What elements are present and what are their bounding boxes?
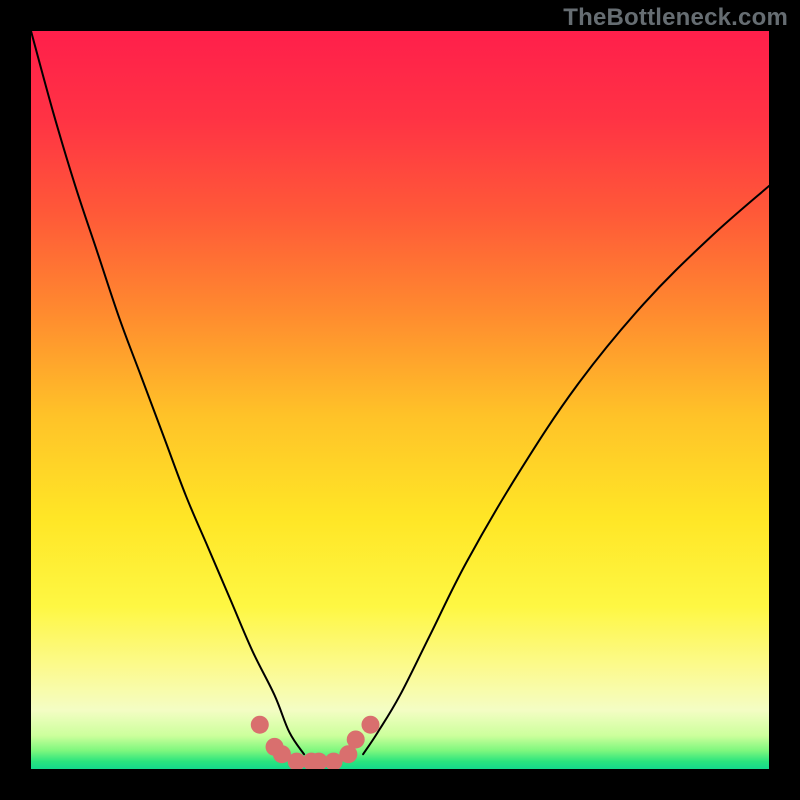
plot-area bbox=[31, 31, 769, 769]
chart-frame: TheBottleneck.com bbox=[0, 0, 800, 800]
scatter-point bbox=[347, 730, 365, 748]
scatter-point bbox=[361, 716, 379, 734]
watermark-text: TheBottleneck.com bbox=[563, 4, 788, 32]
gradient-background bbox=[31, 31, 769, 769]
chart-svg bbox=[31, 31, 769, 769]
scatter-point bbox=[251, 716, 269, 734]
